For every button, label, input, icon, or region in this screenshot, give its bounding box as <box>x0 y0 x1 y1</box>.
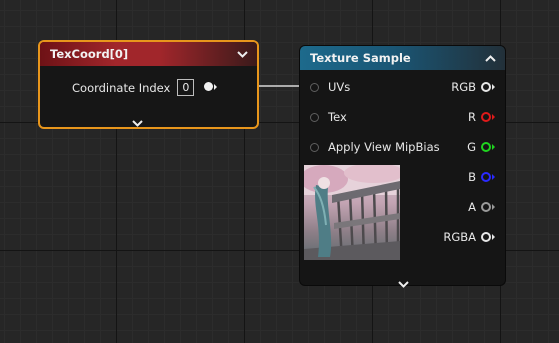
output-a[interactable]: A <box>468 200 495 214</box>
texture-sample-node-header[interactable]: Texture Sample <box>300 46 505 70</box>
output-label: G <box>467 140 476 154</box>
output-g[interactable]: G <box>467 140 495 154</box>
output-label: B <box>468 170 476 184</box>
expand-chevron-icon[interactable] <box>132 112 143 131</box>
input-tex[interactable]: Tex <box>310 110 347 124</box>
output-pin[interactable] <box>481 202 495 212</box>
output-pin[interactable] <box>481 232 495 242</box>
output-b[interactable]: B <box>468 170 495 184</box>
input-pin[interactable] <box>310 112 319 122</box>
output-pin[interactable] <box>481 142 495 152</box>
input-label: Tex <box>328 110 347 124</box>
input-pin[interactable] <box>310 82 319 92</box>
input-uvs[interactable]: UVs <box>310 80 350 94</box>
texcoord-node[interactable]: TexCoord[0] Coordinate Index 0 <box>38 40 259 129</box>
chevron-up-icon[interactable] <box>483 51 497 65</box>
texture-preview-image <box>304 165 400 260</box>
texture-sample-node[interactable]: Texture Sample UVs Tex Apply View MipBia… <box>299 45 506 288</box>
output-rgba[interactable]: RGBA <box>443 230 495 244</box>
output-label: A <box>468 200 476 214</box>
coordinate-index-label: Coordinate Index <box>72 80 171 95</box>
output-pin[interactable] <box>204 82 217 91</box>
node-title: TexCoord[0] <box>50 47 129 61</box>
expand-chevron-icon[interactable] <box>398 273 409 292</box>
output-pin[interactable] <box>481 82 495 92</box>
input-label: Apply View MipBias <box>328 140 440 154</box>
coordinate-index-field[interactable]: 0 <box>177 79 195 96</box>
node-title: Texture Sample <box>310 51 411 65</box>
output-label: RGBA <box>443 230 476 244</box>
output-label: R <box>468 110 476 124</box>
output-label: RGB <box>451 80 476 94</box>
output-pin[interactable] <box>481 112 495 122</box>
output-r[interactable]: R <box>468 110 495 124</box>
output-pin[interactable] <box>481 172 495 182</box>
coordinate-index-row: Coordinate Index 0 <box>72 79 195 96</box>
texcoord-node-header[interactable]: TexCoord[0] <box>40 42 257 66</box>
input-apply-view-mipbias[interactable]: Apply View MipBias <box>310 140 440 154</box>
output-rgb[interactable]: RGB <box>451 80 495 94</box>
input-pin[interactable] <box>310 142 319 152</box>
chevron-down-icon[interactable] <box>235 47 249 61</box>
input-label: UVs <box>328 80 351 94</box>
